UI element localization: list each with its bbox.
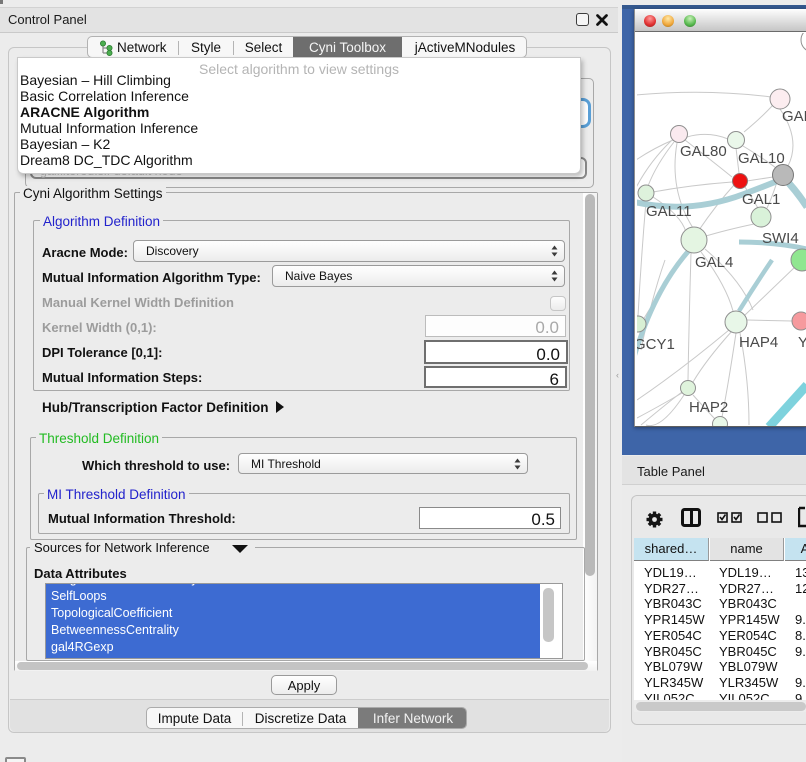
svg-text:GAL4: GAL4 — [695, 254, 733, 271]
svg-text:HAP2: HAP2 — [689, 399, 728, 416]
svg-text:GAL80: GAL80 — [680, 143, 727, 160]
svg-text:GAL11: GAL11 — [646, 203, 692, 220]
svg-text:GAL10: GAL10 — [738, 150, 785, 167]
svg-text:GAL1: GAL1 — [742, 191, 780, 208]
svg-text:Y: Y — [798, 334, 806, 351]
svg-text:SWI4: SWI4 — [762, 230, 799, 247]
svg-text:GAL: GAL — [782, 108, 806, 125]
svg-text:GCY1: GCY1 — [637, 336, 675, 353]
svg-text:HAP4: HAP4 — [739, 334, 778, 351]
